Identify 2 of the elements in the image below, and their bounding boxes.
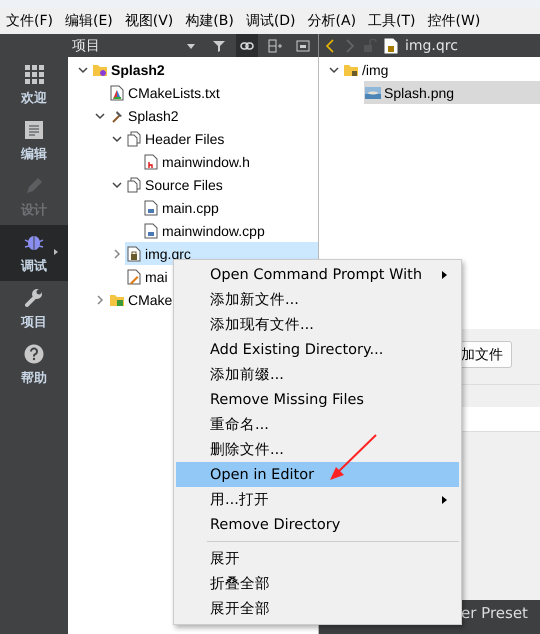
file-name: img.qrc [405, 38, 458, 54]
preset-label: er Preset [461, 604, 528, 622]
